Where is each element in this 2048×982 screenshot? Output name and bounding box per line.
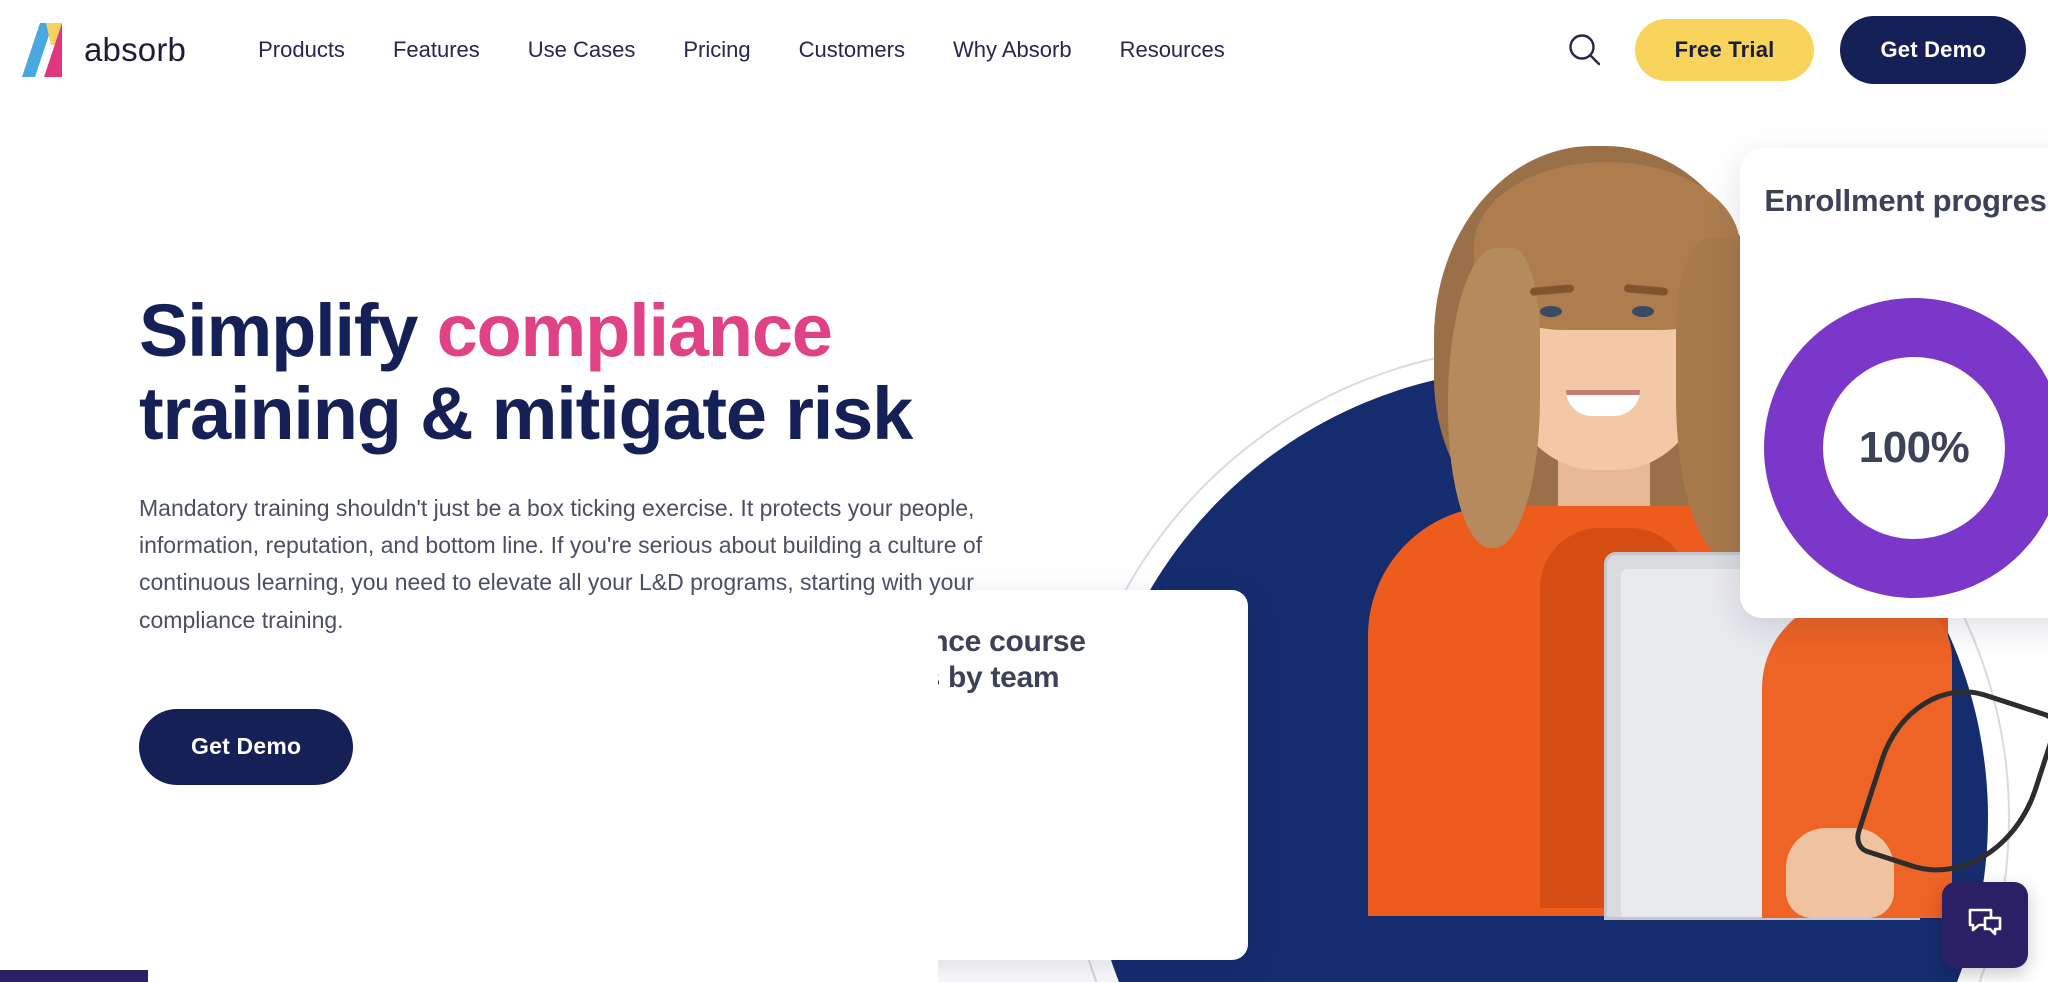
hero-headline-line2: training & mitigate risk [139, 371, 913, 455]
get-demo-button-hero[interactable]: Get Demo [139, 708, 354, 785]
nav-item-features[interactable]: Features [369, 39, 504, 61]
enrollment-progress-title: Enrollment progress [1764, 183, 2048, 218]
site-header: absorb Products Features Use Cases Prici… [0, 0, 2048, 100]
bar-row [938, 872, 1212, 910]
hero-visual: Enrollment progress 100% Compliance cour… [938, 100, 2048, 982]
bar-label-placeholder [938, 792, 946, 798]
bar-row [938, 920, 1212, 958]
brand-logo-link[interactable]: absorb [22, 23, 186, 77]
chat-bubbles-icon [1963, 901, 2007, 950]
enrollment-progress-card: Enrollment progress 100% [1740, 148, 2048, 618]
enrollment-donut-chart: 100% [1764, 298, 2048, 598]
search-icon[interactable] [1557, 22, 1613, 78]
bottom-accent-strip [0, 970, 148, 982]
header-actions: Free Trial Get Demo [1557, 0, 2026, 100]
main-navigation: Products Features Use Cases Pricing Cust… [234, 39, 1249, 61]
hero-subtitle: Mandatory training shouldn't just be a b… [139, 494, 983, 633]
hero-headline-accent: compliance [436, 289, 833, 372]
nav-item-use-cases[interactable]: Use Cases [504, 39, 660, 61]
chat-widget-button[interactable] [1942, 882, 2028, 968]
brand-wordmark: absorb [84, 31, 187, 68]
enrollment-donut-value: 100% [1858, 423, 1970, 472]
get-demo-button-header[interactable]: Get Demo [1840, 16, 2026, 84]
bar-label-placeholder [938, 888, 946, 894]
nav-item-resources[interactable]: Resources [1096, 39, 1249, 61]
page-root: absorb Products Features Use Cases Prici… [0, 0, 2048, 982]
absorb-a-mark-icon [22, 23, 70, 77]
nav-item-why-absorb[interactable]: Why Absorb [929, 39, 1096, 61]
hero-headline: Simplify compliance training & mitigate … [139, 289, 1039, 456]
bar-label-placeholder [938, 840, 946, 846]
nav-item-products[interactable]: Products [234, 39, 369, 61]
free-trial-button[interactable]: Free Trial [1634, 19, 1815, 81]
bar-label-placeholder [938, 930, 946, 948]
hero-headline-part1: Simplify [139, 289, 437, 372]
hero-content: Simplify compliance training & mitigate … [139, 289, 1039, 785]
nav-item-pricing[interactable]: Pricing [659, 39, 774, 61]
nav-item-customers[interactable]: Customers [775, 39, 929, 61]
bar-row [938, 824, 1212, 862]
